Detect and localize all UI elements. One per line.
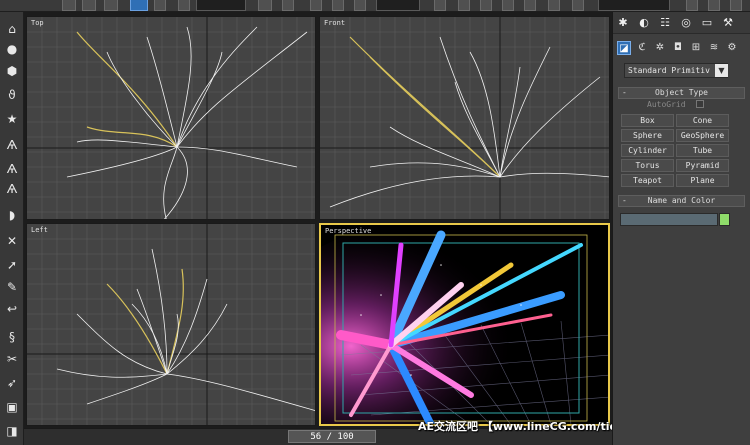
create-icon[interactable]: ✱: [616, 16, 630, 30]
toolbar-button[interactable]: [178, 0, 190, 11]
motion-icon[interactable]: ◎: [679, 16, 693, 30]
sphere-icon[interactable]: ●: [4, 42, 20, 56]
reference-coordinate-dropdown[interactable]: [376, 0, 420, 11]
shapes-icon[interactable]: ℭ: [635, 41, 649, 55]
twist-icon[interactable]: Ѧ: [4, 162, 20, 176]
toolbar-button[interactable]: [62, 0, 76, 11]
utilities-icon[interactable]: ⚒: [721, 16, 735, 30]
viewport-perspective[interactable]: Perspective: [319, 223, 610, 426]
stack-icon[interactable]: ▣: [4, 400, 20, 414]
toolbar-button[interactable]: [104, 0, 118, 11]
main-toolbar: [0, 0, 750, 12]
create-subtabs: ◪ ℭ ✲ ◘ ⊞ ≋ ⚙: [613, 39, 750, 57]
rotate-tool-button[interactable]: [332, 0, 344, 11]
sweep-icon[interactable]: ➶: [4, 376, 20, 390]
viewport-top-canvas: [27, 17, 315, 219]
category-dropdown[interactable]: Standard Primitiv: [624, 63, 728, 78]
toolbar-button[interactable]: [82, 0, 96, 11]
viewport-label: Top: [31, 19, 44, 27]
named-selection-field[interactable]: [598, 0, 670, 11]
sphere-button[interactable]: Sphere: [621, 129, 674, 142]
teapot-button[interactable]: Teapot: [621, 174, 674, 187]
viewport-label: Front: [324, 19, 346, 27]
modify-icon[interactable]: ◐: [637, 16, 651, 30]
cross-icon[interactable]: ✕: [4, 234, 20, 248]
pen-icon[interactable]: ✎: [4, 280, 20, 294]
star-icon[interactable]: ★: [4, 112, 20, 126]
helpers-icon[interactable]: ⊞: [689, 41, 703, 55]
toolbar-button[interactable]: [258, 0, 272, 11]
toolbar-button[interactable]: [502, 0, 514, 11]
move-tool-button[interactable]: [310, 0, 322, 11]
toolbar-button[interactable]: [480, 0, 492, 11]
object-type-rollout-header[interactable]: - Object Type: [618, 87, 745, 99]
box-button[interactable]: Box: [621, 114, 674, 127]
toolbar-button[interactable]: [524, 0, 536, 11]
plane-button[interactable]: Plane: [676, 174, 729, 187]
hook-icon[interactable]: ↩: [4, 302, 20, 316]
lights-icon[interactable]: ✲: [653, 41, 667, 55]
chevron-down-icon[interactable]: ▼: [715, 64, 728, 77]
toolbar-button[interactable]: [154, 0, 166, 11]
toolbar-button[interactable]: [548, 0, 560, 11]
rollout-title: Object Type: [655, 88, 708, 97]
rollout-title: Name and Color: [647, 196, 716, 205]
cameras-icon[interactable]: ◘: [671, 41, 685, 55]
scissors-icon[interactable]: ✂: [4, 352, 20, 366]
command-panel-tabs: ✱ ◐ ☷ ◎ ▭ ⚒: [613, 12, 750, 34]
viewport-label: Perspective: [325, 227, 372, 235]
hexagon-icon[interactable]: ⬢: [4, 64, 20, 78]
viewport-front-canvas: [320, 17, 609, 219]
viewport-left[interactable]: Left: [26, 223, 316, 426]
spring-icon[interactable]: §: [4, 330, 20, 344]
time-slider[interactable]: 56 / 100: [288, 430, 376, 443]
autogrid-label: AutoGrid: [647, 100, 686, 109]
toolbar-button[interactable]: [572, 0, 584, 11]
geometry-icon[interactable]: ◪: [617, 41, 631, 55]
spacewarps-icon[interactable]: ≋: [707, 41, 721, 55]
pyramid-button[interactable]: Pyramid: [676, 159, 729, 172]
noise-icon[interactable]: Ѧ: [4, 182, 20, 196]
viewport-left-canvas: [27, 224, 315, 425]
scale-tool-button[interactable]: [354, 0, 366, 11]
cone-button[interactable]: Cone: [676, 114, 729, 127]
geosphere-button[interactable]: GeoSphere: [676, 129, 729, 142]
viewport-label: Left: [31, 226, 48, 234]
arrow-icon[interactable]: ➚: [4, 258, 20, 272]
teapot-icon[interactable]: ⌂: [4, 22, 20, 36]
toolbar-button[interactable]: [730, 0, 742, 11]
object-name-field[interactable]: [620, 213, 718, 226]
command-panel: ✱ ◐ ☷ ◎ ▭ ⚒ ◪ ℭ ✲ ◘ ⊞ ≋ ⚙ Standard Primi…: [612, 12, 750, 445]
toolbar-button[interactable]: [686, 0, 698, 11]
hierarchy-icon[interactable]: ☷: [658, 16, 672, 30]
systems-icon[interactable]: ⚙: [725, 41, 739, 55]
torus-button[interactable]: Torus: [621, 159, 674, 172]
cylinder-button[interactable]: Cylinder: [621, 144, 674, 157]
tube-button[interactable]: Tube: [676, 144, 729, 157]
left-toolbar: ⌂ ● ⬢ ϑ ★ Ѧ Ѧ Ѧ ◗ ✕ ➚ ✎ ↩ § ✂ ➶ ▣ ◨: [0, 12, 24, 445]
select-tool-button[interactable]: [130, 0, 148, 11]
selection-filter-dropdown[interactable]: [196, 0, 246, 11]
viewport-perspective-canvas: [321, 225, 608, 424]
object-color-swatch[interactable]: [719, 213, 730, 226]
viewport-area: Top Front Left Perspective: [24, 12, 612, 428]
toolbar-button[interactable]: [282, 0, 294, 11]
tube-icon[interactable]: ◨: [4, 424, 20, 438]
taper-icon[interactable]: Ѧ: [4, 138, 20, 152]
display-icon[interactable]: ▭: [700, 16, 714, 30]
toolbar-button[interactable]: [434, 0, 446, 11]
toolbar-button[interactable]: [708, 0, 720, 11]
name-and-color-rollout-header[interactable]: - Name and Color: [618, 195, 745, 207]
viewport-top[interactable]: Top: [26, 16, 316, 220]
autogrid-checkbox[interactable]: [696, 100, 704, 108]
viewport-front[interactable]: Front: [319, 16, 610, 220]
wave-icon[interactable]: ◗: [4, 208, 20, 222]
toolbar-button[interactable]: [458, 0, 470, 11]
bend-icon[interactable]: ϑ: [4, 88, 20, 102]
